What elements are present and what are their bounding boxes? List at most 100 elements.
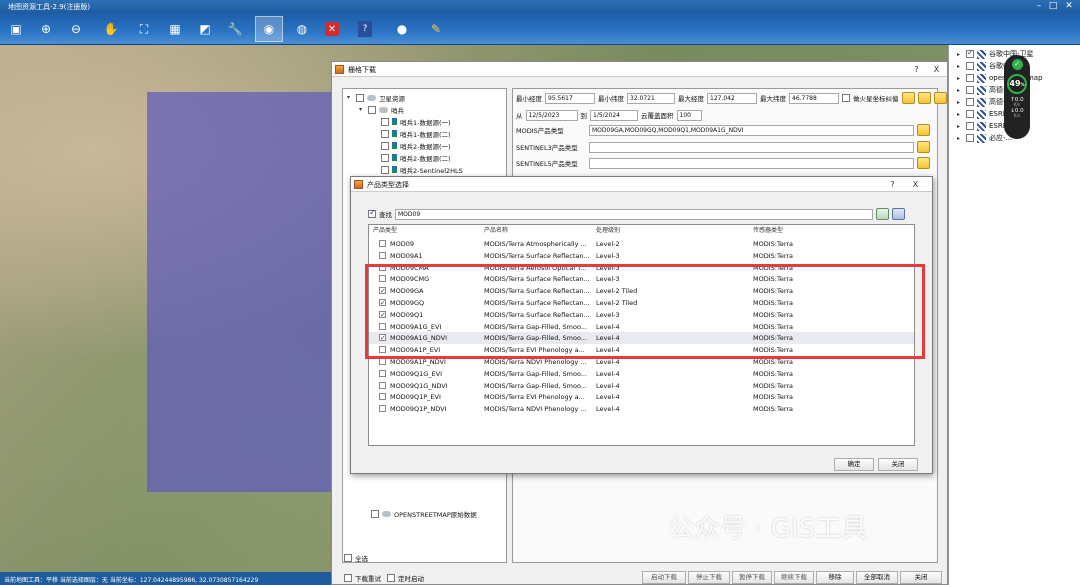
column-header[interactable]: 传感器类型 xyxy=(753,225,783,236)
start-download-button[interactable]: 启动下载 xyxy=(642,571,686,584)
tree-node-leaf[interactable]: 哨兵1-数据源(二) xyxy=(381,128,451,139)
network-speed-widget[interactable]: ✓ 49% ↑0.0 K/s ↓0.0 K/s xyxy=(1004,55,1030,139)
remove-button[interactable]: 移除 xyxy=(816,571,854,584)
mars-checkbox[interactable] xyxy=(842,94,850,102)
close-dialog-button[interactable]: X xyxy=(930,64,943,75)
layer-checkbox[interactable] xyxy=(966,134,974,142)
row-checkbox[interactable] xyxy=(379,310,386,318)
tree-node-group[interactable]: ▾ 哨兵 xyxy=(359,104,404,115)
help-icon[interactable]: ? xyxy=(358,21,372,37)
timed-start-option[interactable]: 定时启动 xyxy=(387,572,424,583)
max-lon-field[interactable]: 127.042 xyxy=(707,92,757,104)
search-checkbox[interactable] xyxy=(368,208,376,218)
expand-icon[interactable]: ▸ xyxy=(957,135,963,142)
table-row[interactable]: MOD09A1 MODIS/Terra Surface Reflectan... L… xyxy=(369,250,914,262)
max-lat-field[interactable]: 46.7788 xyxy=(789,92,839,104)
expand-icon[interactable]: ▸ xyxy=(957,51,963,58)
image-icon[interactable] xyxy=(917,92,931,104)
table-row[interactable]: MOD09CMG MODIS/Terra Surface Reflectan...… xyxy=(369,273,914,285)
tree-node-root[interactable]: ▾ 卫星资源 xyxy=(347,92,405,103)
table-row[interactable]: MOD09A1P_EVI MODIS/Terra EVI Phenology a.… xyxy=(369,344,914,356)
close-button[interactable]: 关闭 xyxy=(900,571,942,584)
collapse-icon[interactable]: ▾ xyxy=(347,94,353,101)
row-checkbox[interactable] xyxy=(379,275,386,283)
world-icon[interactable]: ◍ xyxy=(292,19,312,39)
save-icon[interactable]: ▣ xyxy=(6,19,26,39)
table-row[interactable]: MOD09Q1 MODIS/Terra Surface Reflectan... L… xyxy=(369,309,914,321)
select-all[interactable]: 全选 xyxy=(344,552,368,563)
table-row[interactable]: MOD09Q1P_NDVI MODIS/Terra NDVI Phenology … xyxy=(369,403,914,415)
to-date-field[interactable]: 1/5/2024 xyxy=(590,109,638,121)
expand-icon[interactable]: ▸ xyxy=(957,99,963,106)
row-checkbox[interactable] xyxy=(379,251,386,259)
row-checkbox[interactable] xyxy=(379,346,386,354)
pause-download-button[interactable]: 暂停下载 xyxy=(732,571,772,584)
cloud-cover-field[interactable]: 100 xyxy=(676,109,702,121)
tree-node-osm[interactable]: OPENSTREETMAP原始数据 xyxy=(371,508,477,519)
table-row[interactable]: MOD09A1G_NDVI MODIS/Terra Gap-Filled, Smo… xyxy=(369,332,914,345)
layer-checkbox[interactable] xyxy=(966,98,974,106)
row-checkbox[interactable] xyxy=(379,405,386,413)
node-checkbox[interactable] xyxy=(381,165,389,174)
globe-pin-icon[interactable]: ◉ xyxy=(255,16,283,42)
layer-checkbox[interactable] xyxy=(966,62,974,70)
table-row[interactable]: MOD09A1G_EVI MODIS/Terra Gap-Filled, Smoo… xyxy=(369,321,914,333)
pen-icon[interactable]: ✎ xyxy=(426,19,446,39)
layer-item[interactable]: ▸ 必应-... xyxy=(957,132,1012,144)
search-input[interactable]: MOD09 xyxy=(395,208,873,220)
s5-products-field[interactable] xyxy=(589,157,914,169)
pick-products-icon[interactable] xyxy=(917,124,930,136)
row-checkbox[interactable] xyxy=(379,322,386,330)
modis-products-field[interactable]: MOD09GA,MOD09GQ,MOD09Q1,MOD09A1G_NDVI xyxy=(589,124,914,136)
zoom-in-icon[interactable]: ⊕ xyxy=(36,19,56,39)
help-button[interactable]: ? xyxy=(910,64,923,75)
node-checkbox[interactable] xyxy=(381,117,389,126)
resume-download-button[interactable]: 继续下载 xyxy=(774,571,814,584)
layer-checkbox[interactable] xyxy=(966,86,974,94)
min-lat-field[interactable]: 32.0721 xyxy=(627,92,675,104)
folder-icon[interactable] xyxy=(933,92,947,104)
timed-start-checkbox[interactable] xyxy=(387,573,395,582)
search-icon[interactable] xyxy=(876,208,889,220)
row-checkbox[interactable] xyxy=(379,263,386,271)
node-checkbox[interactable] xyxy=(371,509,379,518)
expand-icon[interactable]: ▸ xyxy=(957,63,963,70)
row-checkbox[interactable] xyxy=(379,240,386,247)
s3-products-field[interactable] xyxy=(589,141,914,153)
eraser-icon[interactable] xyxy=(892,208,905,220)
tree-node-leaf[interactable]: 哨兵2-数据源(一) xyxy=(381,140,451,151)
tree-node-leaf[interactable]: 哨兵1-数据源(一) xyxy=(381,116,451,127)
grid-icon[interactable]: ▦ xyxy=(165,19,185,39)
stop-download-button[interactable]: 停止下载 xyxy=(688,571,730,584)
user-icon[interactable]: ● xyxy=(392,19,412,39)
draw-extent-icon[interactable] xyxy=(901,92,915,104)
node-checkbox[interactable] xyxy=(356,93,364,102)
cancel-all-button[interactable]: 全部取消 xyxy=(856,571,898,584)
expand-icon[interactable]: ▸ xyxy=(957,87,963,94)
close-icon[interactable]: ✕ xyxy=(325,22,339,36)
row-checkbox[interactable] xyxy=(379,393,386,401)
close-window-icon[interactable]: ✕ xyxy=(1062,1,1076,12)
row-checkbox[interactable] xyxy=(379,334,386,342)
zoom-out-icon[interactable]: ⊖ xyxy=(66,19,86,39)
column-header[interactable]: 产品名称 xyxy=(484,225,508,236)
node-checkbox[interactable] xyxy=(368,105,376,114)
layer-checkbox[interactable] xyxy=(966,74,974,82)
row-checkbox[interactable] xyxy=(379,358,386,365)
table-row[interactable]: MOD09CMA MODIS/Terra Aerosol Optical T...… xyxy=(369,262,914,274)
layer-checkbox[interactable] xyxy=(966,122,974,130)
select-icon[interactable]: ◩ xyxy=(195,19,215,39)
table-row[interactable]: MOD09GQ MODIS/Terra Surface Reflectan... L… xyxy=(369,297,914,309)
pick-s3-icon[interactable] xyxy=(917,141,930,153)
select-all-checkbox[interactable] xyxy=(344,553,352,562)
tree-node-leaf[interactable]: 哨兵2-Sentinel2HLS xyxy=(381,164,463,175)
row-checkbox[interactable] xyxy=(379,381,386,389)
tool-icon[interactable]: 🔧 xyxy=(225,19,245,39)
pan-hand-icon[interactable]: ✋ xyxy=(101,19,121,39)
column-header[interactable]: 产品类型 xyxy=(373,225,397,236)
table-row[interactable]: MOD09Q1G_EVI MODIS/Terra Gap-Filled, Smoo… xyxy=(369,368,914,380)
expand-icon[interactable]: ▸ xyxy=(957,123,963,130)
table-row[interactable]: MOD09 MODIS/Terra Atmospherically ... Leve… xyxy=(369,238,914,250)
table-row[interactable]: MOD09A1P_NDVI MODIS/Terra NDVI Phenology … xyxy=(369,356,914,368)
expand-icon[interactable]: ▸ xyxy=(957,111,963,118)
